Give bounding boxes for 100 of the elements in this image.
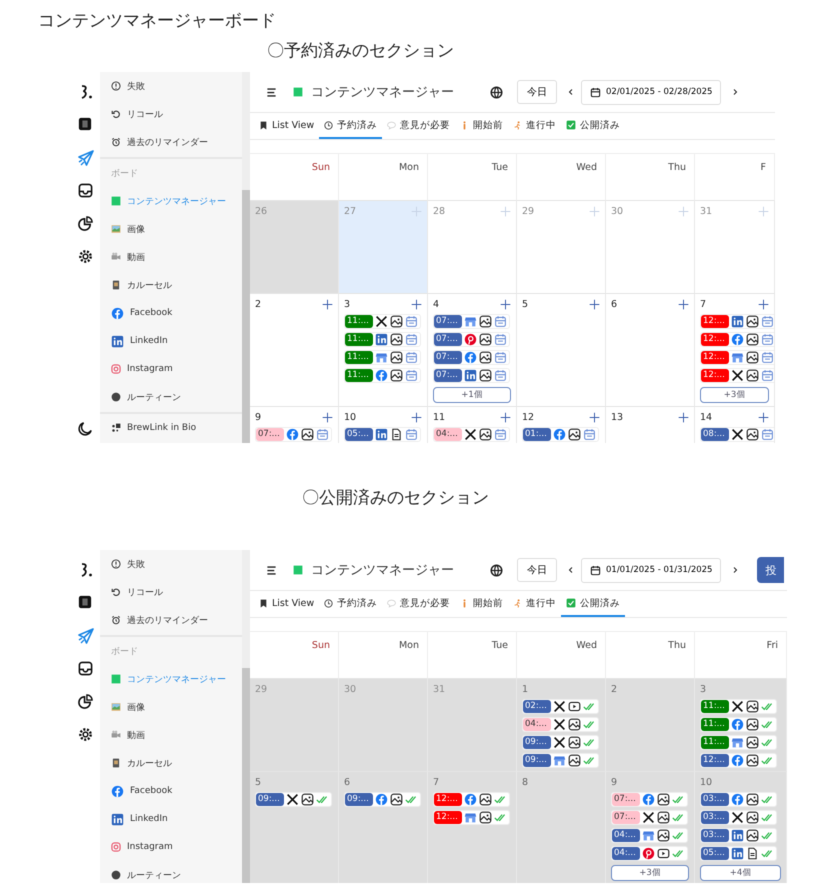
post-item[interactable]: 08:... — [700, 427, 774, 442]
sidebar-item[interactable]: 失敗 — [100, 72, 242, 100]
rail-button[interactable] — [78, 727, 94, 743]
status-tab[interactable]: 公開済み — [561, 591, 626, 617]
sidebar-item[interactable]: ルーティーン — [100, 861, 242, 883]
rail-button[interactable] — [78, 421, 94, 437]
post-item[interactable]: 07:... — [611, 810, 688, 825]
status-tab[interactable]: 進行中 — [508, 113, 562, 139]
post-item[interactable]: 11:... — [344, 350, 421, 365]
add-button[interactable] — [500, 298, 511, 310]
sidebar-item[interactable]: ルーティーン — [100, 383, 242, 411]
today-button[interactable]: 今日 — [517, 80, 557, 104]
sidebar-item[interactable]: Instagram — [100, 833, 242, 861]
add-button[interactable] — [678, 298, 689, 310]
add-button[interactable] — [322, 298, 333, 310]
sidebar-item[interactable]: 過去のリマインダー — [100, 606, 242, 634]
more-button[interactable]: +1個 — [433, 387, 511, 403]
post-item[interactable]: 04:... — [433, 427, 510, 442]
scrollbar[interactable] — [242, 72, 250, 443]
post-item[interactable]: 07:... — [611, 792, 688, 807]
status-tab[interactable]: 意見が必要 — [382, 113, 456, 139]
add-button[interactable] — [322, 412, 333, 422]
status-tab[interactable]: 開始前 — [455, 113, 508, 139]
post-item[interactable]: 11:... — [344, 368, 421, 383]
sidebar-item[interactable]: LinkedIn — [100, 327, 242, 355]
more-button[interactable]: +4個 — [700, 865, 781, 881]
status-tab[interactable]: 進行中 — [508, 591, 562, 617]
post-item[interactable]: 11:... — [344, 314, 421, 329]
post-item[interactable]: 12:... — [433, 792, 510, 807]
rail-button[interactable] — [78, 595, 94, 611]
status-tab[interactable]: 予約済み — [319, 591, 382, 617]
scrollbar[interactable] — [242, 550, 250, 883]
add-button[interactable] — [758, 412, 769, 422]
post-item[interactable]: 05:... — [700, 846, 777, 861]
post-item[interactable]: 07:... — [433, 332, 510, 347]
more-button[interactable]: +3個 — [700, 387, 769, 403]
add-button[interactable] — [500, 412, 511, 422]
sidebar-item[interactable]: BrewLink in Bio — [100, 414, 242, 442]
sidebar-item[interactable]: 画像 — [100, 215, 242, 243]
add-button[interactable] — [589, 298, 600, 310]
post-item[interactable]: 03:... — [700, 810, 777, 825]
post-item[interactable]: 12:... — [700, 314, 774, 329]
sidebar-item[interactable]: 画像 — [100, 693, 242, 721]
post-item[interactable]: 09:... — [344, 792, 421, 807]
sidebar-item[interactable]: 動画 — [100, 243, 242, 271]
date-range-picker[interactable]: 01/01/2025 - 01/31/2025 — [581, 558, 722, 582]
sidebar-item[interactable]: LinkedIn — [100, 805, 242, 833]
post-item[interactable]: 11:... — [344, 332, 421, 347]
post-item[interactable]: 04:... — [611, 828, 688, 843]
post-item[interactable]: 12:... — [700, 368, 774, 383]
post-item[interactable]: 05:... — [344, 427, 421, 442]
post-item[interactable]: 11:... — [700, 735, 777, 750]
post-item[interactable]: 04:... — [611, 846, 688, 861]
add-button[interactable] — [411, 298, 422, 310]
post-item[interactable]: 07:... — [433, 368, 510, 383]
sidebar-item[interactable]: リコール — [100, 100, 242, 128]
status-tab[interactable]: List View — [254, 113, 320, 139]
rail-button[interactable] — [78, 117, 94, 133]
add-button[interactable] — [589, 412, 600, 422]
sidebar-item[interactable]: 動画 — [100, 721, 242, 749]
add-button[interactable] — [758, 298, 769, 310]
post-item[interactable]: 07:... — [433, 314, 510, 329]
post-item[interactable]: 09:... — [522, 753, 599, 768]
post-item[interactable]: 11:... — [700, 717, 777, 732]
status-tab[interactable]: 開始前 — [455, 591, 508, 617]
post-item[interactable]: 07:... — [255, 427, 332, 442]
rail-button[interactable] — [78, 249, 94, 265]
post-item[interactable]: 03:... — [700, 828, 777, 843]
post-item[interactable]: 12:... — [433, 810, 510, 825]
more-button[interactable]: +3個 — [611, 865, 689, 881]
rail-button[interactable] — [78, 661, 94, 677]
post-item[interactable]: 12:... — [700, 753, 777, 768]
date-range-picker[interactable]: 02/01/2025 - 02/28/2025 — [581, 80, 722, 104]
post-item[interactable]: 01:... — [522, 427, 599, 442]
sidebar-item[interactable]: Facebook — [100, 777, 242, 805]
post-item[interactable]: 12:... — [700, 332, 774, 347]
post-item[interactable]: 04:... — [522, 717, 599, 732]
post-item[interactable]: 11:... — [700, 699, 777, 714]
status-tab[interactable]: 予約済み — [319, 113, 382, 139]
sidebar-item[interactable]: Instagram — [100, 355, 242, 383]
sidebar-item[interactable]: カルーセル — [100, 749, 242, 777]
sidebar-item[interactable]: 失敗 — [100, 550, 242, 578]
sidebar-item[interactable]: 過去のリマインダー — [100, 128, 242, 156]
status-tab[interactable]: 公開済み — [561, 113, 626, 139]
rail-button[interactable] — [78, 183, 94, 199]
sidebar-item[interactable]: カルーセル — [100, 271, 242, 299]
rail-button[interactable] — [78, 216, 94, 232]
today-button[interactable]: 今日 — [517, 558, 557, 582]
sidebar-item[interactable]: リコール — [100, 578, 242, 606]
add-button[interactable] — [678, 412, 689, 422]
post-item[interactable]: 12:... — [700, 350, 774, 365]
post-item[interactable]: 02:... — [522, 699, 599, 714]
add-button[interactable] — [411, 412, 422, 422]
status-tab[interactable]: 意見が必要 — [382, 591, 456, 617]
rail-button[interactable] — [78, 694, 94, 710]
status-tab[interactable]: List View — [254, 591, 320, 617]
post-item[interactable]: 09:... — [255, 792, 332, 807]
post-item[interactable]: 07:... — [433, 350, 510, 365]
sidebar-item[interactable]: Facebook — [100, 299, 242, 327]
post-item[interactable]: 03:... — [700, 792, 777, 807]
